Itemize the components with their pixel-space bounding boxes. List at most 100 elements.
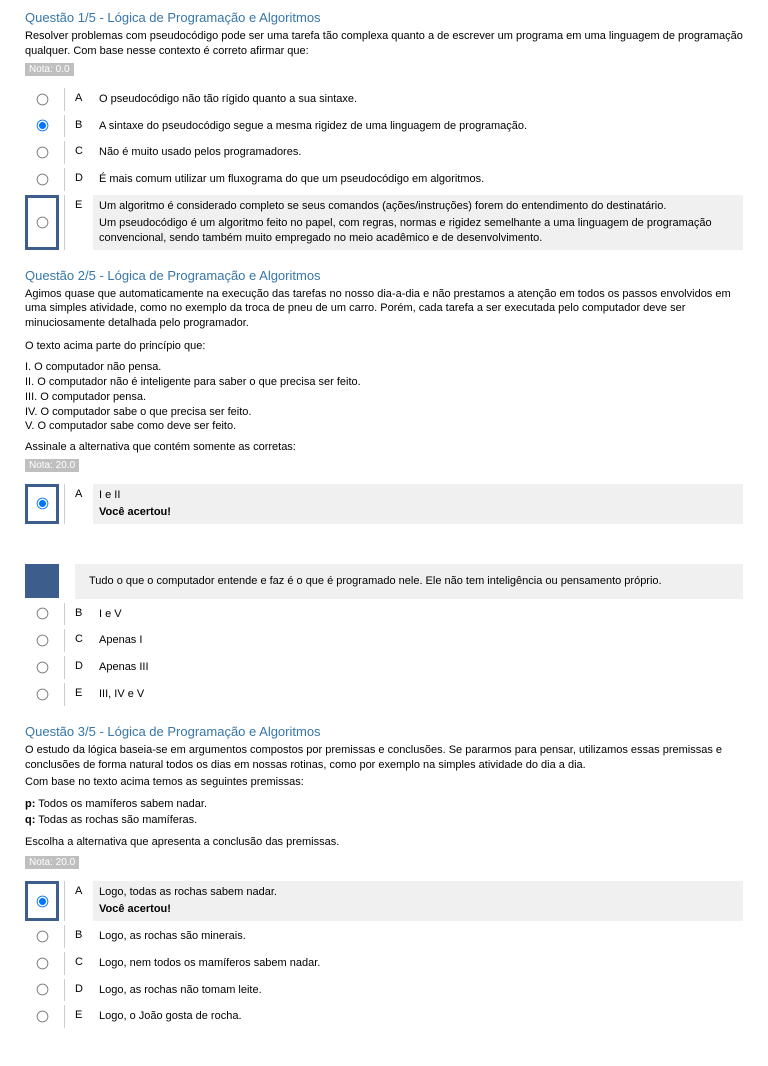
option-text: É mais comum utilizar um fluxograma do q… [93,168,743,191]
option-letter: D [75,168,93,191]
option-letter: C [75,629,93,652]
option-text-inner: Um algoritmo é considerado completo se s… [99,200,666,212]
explanation-marker [25,564,59,598]
option-text: Apenas I [93,629,743,652]
radio-q2-e[interactable] [36,689,48,701]
option-letter: B [75,603,93,626]
question-title: Questão 3/5 - Lógica de Programação e Al… [25,724,743,739]
radio-cell [25,979,59,1002]
option-feedback: Você acertou! [99,505,737,520]
statements: I. O computador não pensa. II. O computa… [25,360,743,434]
radio-q1-a[interactable] [36,93,48,105]
option-letter: D [75,979,93,1002]
question-com-base: Com base no texto acima temos as seguint… [25,775,743,790]
question-1: Questão 1/5 - Lógica de Programação e Al… [25,10,743,250]
option-letter: E [75,195,93,250]
stem-3: III. O computador pensa. [25,390,743,405]
question-principio: O texto acima parte do princípio que: [25,339,743,354]
option-letter: A [75,484,93,524]
radio-q2-a[interactable] [36,498,48,510]
stem-5: V. O computador sabe como deve ser feito… [25,419,743,434]
premise-q-label: q: [25,814,35,826]
option-row-c: C Logo, nem todos os mamíferos sabem nad… [25,952,743,975]
radio-q2-d[interactable] [36,662,48,674]
divider [59,141,65,164]
radio-q2-c[interactable] [36,635,48,647]
premise-p: p: Todos os mamíferos sabem nadar. [25,797,743,812]
options-list: A O pseudocódigo não tão rígido quanto a… [25,88,743,250]
question-intro: O estudo da lógica baseia-se em argument… [25,743,743,773]
option-row-a: A I e II Você acertou! [25,484,743,524]
radio-q3-c[interactable] [36,957,48,969]
option-row-a: A O pseudocódigo não tão rígido quanto a… [25,88,743,111]
option-row-e: E III, IV e V [25,683,743,706]
radio-cell [25,1005,59,1028]
question-intro: Resolver problemas com pseudocódigo pode… [25,29,743,59]
option-text-inner: I e II [99,489,120,501]
radio-cell [25,168,59,191]
option-row-b: B I e V [25,603,743,626]
radio-cell [25,925,59,948]
option-text: I e V [93,603,743,626]
option-row-d: D É mais comum utilizar um fluxograma do… [25,168,743,191]
question-assinale: Assinale a alternativa que contém soment… [25,440,743,455]
question-3: Questão 3/5 - Lógica de Programação e Al… [25,724,743,1028]
radio-q3-d[interactable] [36,984,48,996]
option-text-inner: Logo, todas as rochas sabem nadar. [99,886,277,898]
option-row-d: D Apenas III [25,656,743,679]
option-letter: D [75,656,93,679]
option-text: O pseudocódigo não tão rígido quanto a s… [93,88,743,111]
radio-q1-d[interactable] [36,174,48,186]
option-text: Logo, as rochas não tomam leite. [93,979,743,1002]
stem-1: I. O computador não pensa. [25,360,743,375]
radio-cell-correct [25,195,59,250]
divider [59,603,65,626]
premise-p-text: Todos os mamíferos sabem nadar. [35,798,207,810]
radio-q2-b[interactable] [36,608,48,620]
option-row-b: B Logo, as rochas são minerais. [25,925,743,948]
question-2: Questão 2/5 - Lógica de Programação e Al… [25,268,743,706]
option-feedback: Você acertou! [99,902,737,917]
radio-q3-b[interactable] [36,930,48,942]
option-letter: B [75,925,93,948]
nota-badge: Nota: 0.0 [25,63,74,76]
radio-cell [25,656,59,679]
radio-q3-a[interactable] [36,895,48,907]
divider [59,925,65,948]
option-letter: C [75,141,93,164]
premises: p: Todos os mamíferos sabem nadar. q: To… [25,797,743,828]
stem-4: IV. O computador sabe o que precisa ser … [25,405,743,420]
radio-q1-e[interactable] [36,216,48,228]
radio-q1-b[interactable] [36,120,48,132]
radio-cell-correct [25,881,59,921]
options-list: A I e II Você acertou! Tudo o que o comp… [25,484,743,706]
nota-badge: Nota: 20.0 [25,459,79,472]
divider [59,88,65,111]
nota-badge: Nota: 20.0 [25,856,79,869]
radio-q3-e[interactable] [36,1011,48,1023]
question-intro: Agimos quase que automaticamente na exec… [25,287,743,332]
option-text: Não é muito usado pelos programadores. [93,141,743,164]
divider [59,979,65,1002]
radio-q1-c[interactable] [36,147,48,159]
option-letter: A [75,88,93,111]
divider [59,484,65,524]
premise-q-text: Todas as rochas são mamíferas. [35,814,197,826]
radio-cell [25,115,59,138]
radio-cell [25,683,59,706]
option-row-d: D Logo, as rochas não tomam leite. [25,979,743,1002]
option-text: I e II Você acertou! [93,484,743,524]
option-letter: C [75,952,93,975]
option-text: III, IV e V [93,683,743,706]
option-text: A sintaxe do pseudocódigo segue a mesma … [93,115,743,138]
option-letter: E [75,683,93,706]
radio-cell [25,952,59,975]
option-row-e: E Logo, o João gosta de rocha. [25,1005,743,1028]
premise-p-label: p: [25,798,35,810]
option-text: Logo, nem todos os mamíferos sabem nadar… [93,952,743,975]
premise-q: q: Todas as rochas são mamíferas. [25,813,743,828]
question-escolha: Escolha a alternativa que apresenta a co… [25,836,743,848]
divider [59,115,65,138]
divider [59,1005,65,1028]
divider [59,629,65,652]
